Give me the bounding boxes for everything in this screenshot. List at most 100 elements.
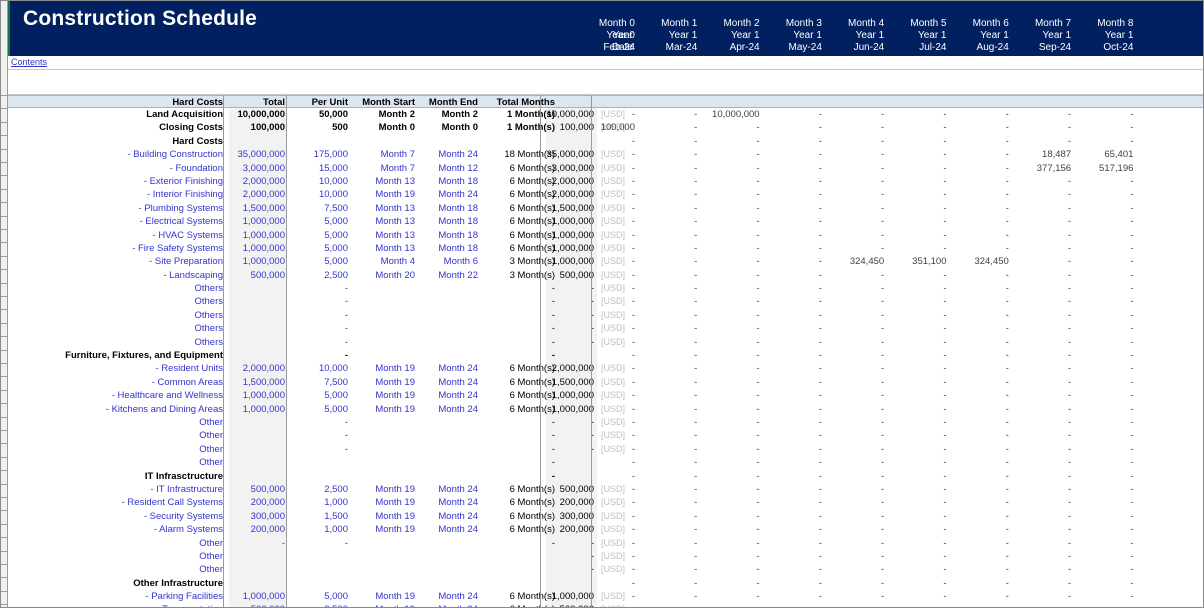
cell-month-value-6: - xyxy=(1005,175,1009,187)
cell-month-value-5: - xyxy=(943,390,947,402)
cell-month-value-5: - xyxy=(943,470,947,482)
timeline-month-label-0: Month 0 xyxy=(598,18,635,29)
table-row[interactable]: Other - - - [USD] - - - - - - - - - xyxy=(7,416,1203,429)
timeline-month-label-1: Month 1 xyxy=(661,18,698,29)
cell-month-value-2: - xyxy=(756,283,760,295)
table-row[interactable]: - Transportation 500,000 2,500 Month 19 Mont… xyxy=(7,603,1203,607)
cell-month-value-4: - xyxy=(881,162,885,174)
cell-total: 200,000 xyxy=(250,497,285,509)
cell-month-value-0: - xyxy=(631,336,635,348)
cell-month-value-4: - xyxy=(828,603,884,607)
cell-total: 200,000 xyxy=(250,524,285,536)
row-label: - Security Systems xyxy=(143,510,223,522)
table-row[interactable]: Hard Costs - - - - - - - - - xyxy=(7,135,1203,148)
table-row[interactable]: - Resident Call Systems 200,000 1,000 Month… xyxy=(7,496,1203,509)
gutter-tick xyxy=(1,188,7,190)
table-row[interactable]: - Building Construction 35,000,000 175,000… xyxy=(7,148,1203,161)
table-row[interactable]: Other - [USD] - - - - - - - - - xyxy=(7,563,1203,576)
table-row[interactable]: Other - - - [USD] - - - - - - - - - xyxy=(7,443,1203,456)
cell-total-months: 6 Month(s) xyxy=(509,524,555,536)
table-row[interactable]: Others - - - [USD] - - - - - - - - - xyxy=(7,295,1203,308)
cell-month-value-1: - xyxy=(694,457,698,469)
table-row[interactable]: - Parking Facilities 1,000,000 5,000 Month … xyxy=(7,590,1203,603)
cell-month-end: Month 24 xyxy=(438,510,478,522)
table-row[interactable]: Closing Costs 100,000 500 Month 0 Month 0 1 M… xyxy=(7,121,1203,134)
cell-month-value-5: - xyxy=(943,416,947,428)
table-row[interactable]: Other - [USD] - - - - - - - - - xyxy=(7,550,1203,563)
cell-month-value-0: - xyxy=(631,497,635,509)
gutter-tick xyxy=(1,483,7,485)
cell-month-value-3: - xyxy=(818,229,822,241)
table-row[interactable]: - HVAC Systems 1,000,000 5,000 Month 13 Mont… xyxy=(7,229,1203,242)
table-row[interactable]: - IT Infrastructure 500,000 2,500 Month 19 M… xyxy=(7,483,1203,496)
cell-month-start: Month 19 xyxy=(375,483,415,495)
table-row[interactable]: - Security Systems 300,000 1,500 Month 19 Mo… xyxy=(7,510,1203,523)
table-row[interactable]: - Interior Finishing 2,000,000 10,000 Month… xyxy=(7,188,1203,201)
cell-total: 1,000,000 xyxy=(242,591,285,603)
table-row[interactable]: - Electrical Systems 1,000,000 5,000 Month … xyxy=(7,215,1203,228)
cell-month-value-0: - xyxy=(631,269,635,281)
cell-month-value-5: - xyxy=(943,591,947,603)
contents-link[interactable]: Contents xyxy=(11,57,47,67)
cell-month-value-6: - xyxy=(1005,109,1009,120)
cell-total: 1,000,000 xyxy=(242,216,285,228)
contents-row: Contents xyxy=(7,56,1203,70)
table-row[interactable]: Other - - - [USD] - - - - - - - - - xyxy=(7,429,1203,442)
table-row[interactable]: Other - - - - - - - - - - xyxy=(7,456,1203,469)
cell-month-value-4: - xyxy=(881,416,885,428)
gutter-tick xyxy=(1,523,7,525)
table-row[interactable]: - Resident Units 2,000,000 10,000 Month 19 M… xyxy=(7,362,1203,375)
cell-month-value-6: - xyxy=(1005,483,1009,495)
table-row[interactable]: - Fire Safety Systems 1,000,000 5,000 Month… xyxy=(7,242,1203,255)
table-row[interactable]: - Foundation 3,000,000 15,000 Month 7 Month … xyxy=(7,162,1203,175)
row-label: - Landscaping xyxy=(163,269,223,281)
table-row[interactable]: - Landscaping 500,000 2,500 Month 20 Month 2… xyxy=(7,269,1203,282)
table-row[interactable]: Others - - - [USD] - - - - - - - - - xyxy=(7,336,1203,349)
cell-month-value-5: - xyxy=(943,189,947,201)
cell-month-value-4: - xyxy=(881,550,885,562)
table-row[interactable]: Land Acquisition 10,000,000 50,000 Month 2 M… xyxy=(7,108,1203,121)
cell-month-value-7: - xyxy=(1067,470,1072,482)
cell-month-value-7: - xyxy=(1067,524,1072,536)
cell-month-value-7: - xyxy=(1067,283,1072,295)
gutter-tick xyxy=(1,376,7,378)
row-gutter[interactable] xyxy=(1,1,8,607)
cell-per-unit: 175,000 xyxy=(313,149,348,161)
table-row[interactable]: Furniture, Fixtures, and Equipment - - - - - -… xyxy=(7,349,1203,362)
cell-month-value-3: - xyxy=(818,323,822,335)
cell-total: 500,000 xyxy=(250,483,285,495)
table-row[interactable]: - Kitchens and Dining Areas 1,000,000 5,00… xyxy=(7,403,1203,416)
cell-month-value-2: - xyxy=(756,229,760,241)
table-row[interactable]: - Site Preparation 1,000,000 5,000 Month 4 M… xyxy=(7,255,1203,268)
cell-month-value-6: - xyxy=(1005,497,1009,509)
table-row[interactable]: Others - - - [USD] - - - - - - - - - xyxy=(7,309,1203,322)
cell-month-value-4: - xyxy=(881,564,885,576)
table-row[interactable]: - Plumbing Systems 1,500,000 7,500 Month 13… xyxy=(7,202,1203,215)
timeline-date-label-5: Jul-24 xyxy=(919,42,947,53)
table-row[interactable]: - Healthcare and Wellness 1,000,000 5,000 M… xyxy=(7,389,1203,402)
cell-month-value-2: - xyxy=(704,603,759,607)
cell-total-months: 6 Month(s) xyxy=(509,363,555,375)
table-row[interactable]: Others - - - [USD] - - - - - - - - - xyxy=(7,282,1203,295)
row-label: Others xyxy=(194,296,223,308)
gutter-tick xyxy=(1,242,7,244)
table-row[interactable]: - Common Areas 1,500,000 7,500 Month 19 Mont… xyxy=(7,376,1203,389)
table-row[interactable]: Others - - - [USD] - - - - - - - - - xyxy=(7,322,1203,335)
row-label: Other xyxy=(199,550,223,562)
cell-month-end: Month 18 xyxy=(438,229,478,241)
cell-month-end: Month 18 xyxy=(438,175,478,187)
cell-month-start: Month 2 xyxy=(378,109,415,120)
cell-month-value-8: - xyxy=(1130,457,1134,469)
cell-month-value-5: 351,100 xyxy=(912,256,947,268)
table-row[interactable]: Other - - - - [USD] - - - - - - - - - xyxy=(7,537,1203,550)
cell-month-value-7: - xyxy=(1067,122,1072,134)
cell-total-months: 6 Month(s) xyxy=(509,510,555,522)
cell-month-value-6: - xyxy=(1005,162,1009,174)
table-row[interactable]: Other Infrastructure - - - - - - - - - xyxy=(7,577,1203,590)
table-row[interactable]: IT Infrasctructure - - - - - - - - - - xyxy=(7,470,1203,483)
table-row[interactable]: - Exterior Finishing 2,000,000 10,000 Month… xyxy=(7,175,1203,188)
cell-month-value-2: - xyxy=(756,216,760,228)
table-row[interactable]: - Alarm Systems 200,000 1,000 Month 19 Month… xyxy=(7,523,1203,536)
cell-month-value-1: - xyxy=(694,577,698,589)
cell-month-value-0: - xyxy=(631,416,635,428)
